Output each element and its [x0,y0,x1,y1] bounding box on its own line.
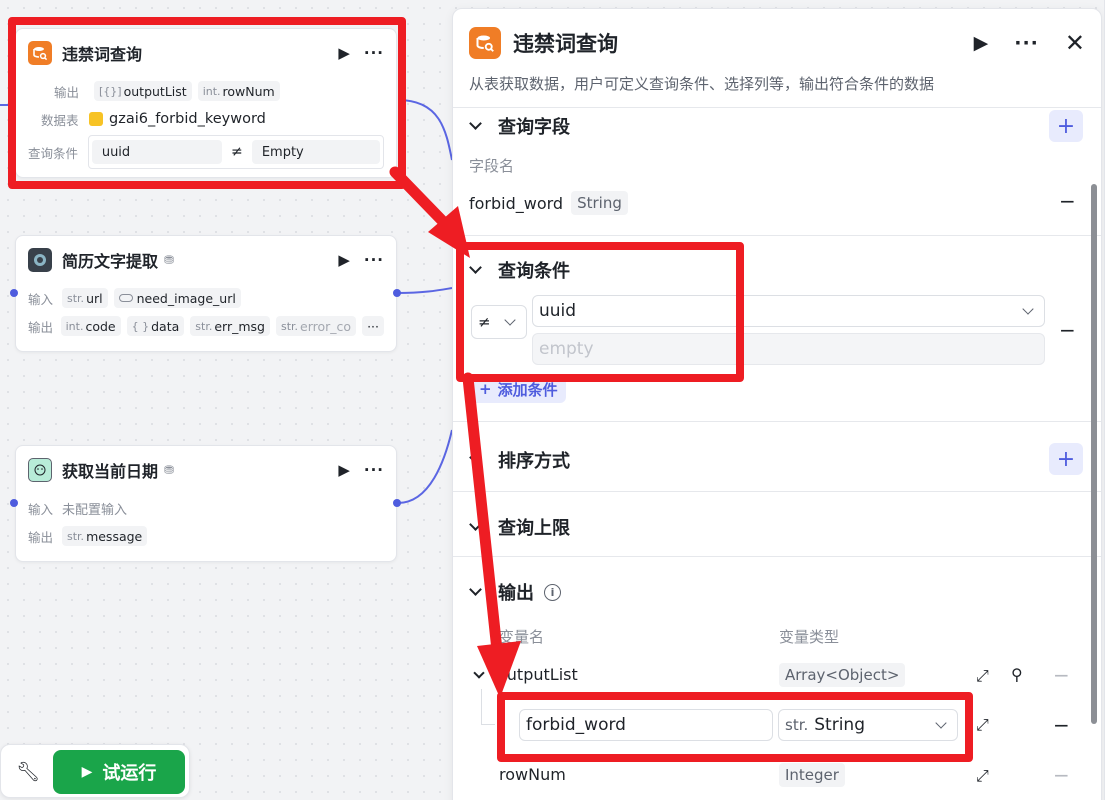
test-run-button[interactable]: ▶ 试运行 [53,750,185,794]
test-run-bar: 🔧︎ ▶ 试运行 [0,744,190,798]
highlight-arrows [389,166,521,698]
play-icon: ▶ [81,764,93,780]
wrench-icon[interactable]: 🔧︎ [16,760,40,783]
